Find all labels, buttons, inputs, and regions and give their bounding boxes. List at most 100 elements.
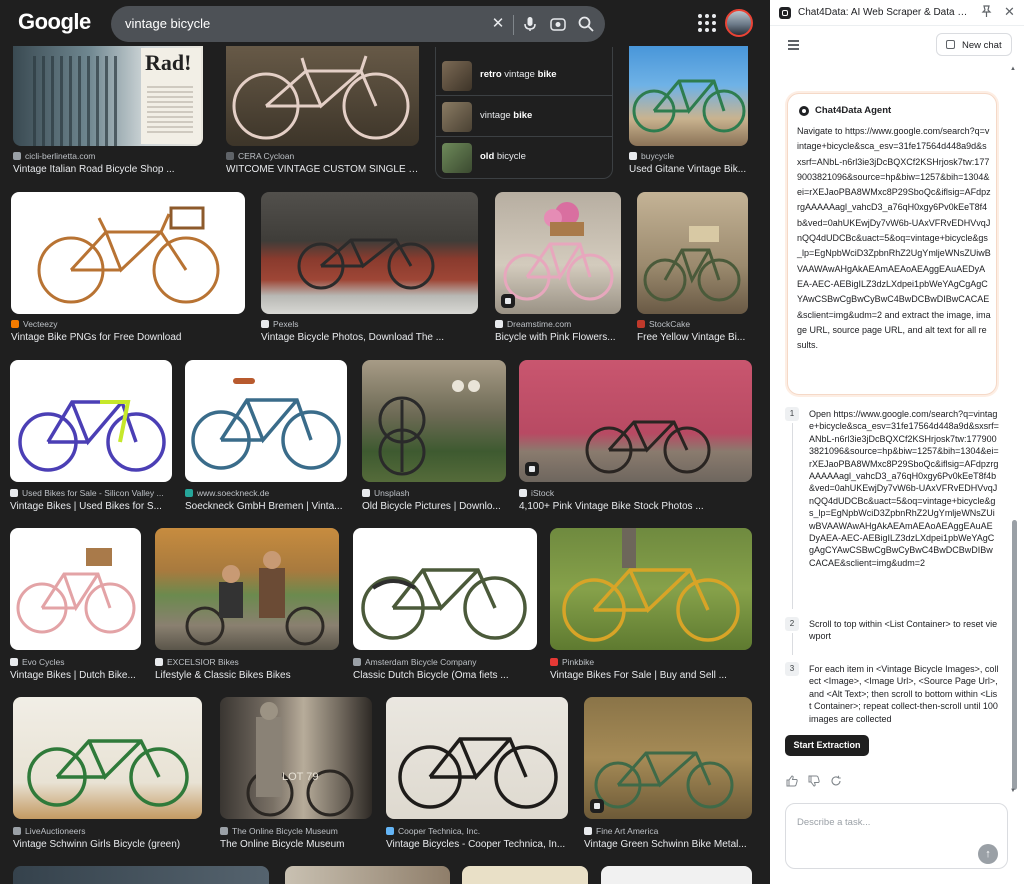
microphone-icon[interactable] bbox=[520, 14, 540, 34]
pin-icon[interactable] bbox=[981, 5, 992, 21]
result-title[interactable]: Old Bicycle Pictures | Downlo... bbox=[362, 501, 506, 512]
result-source-text: Used Bikes for Sale - Silicon Valley ... bbox=[22, 488, 164, 498]
hamburger-menu-icon[interactable] bbox=[788, 40, 799, 50]
result-image[interactable]: LOT 79 bbox=[220, 697, 372, 819]
result-image[interactable] bbox=[13, 866, 269, 884]
result-title[interactable]: Classic Dutch Bicycle (Oma fiets ... bbox=[353, 670, 537, 681]
thumbs-up-icon[interactable] bbox=[786, 775, 798, 787]
result-source-text: EXCELSIOR Bikes bbox=[167, 657, 239, 667]
related-search-item[interactable]: retro vintage bike bbox=[436, 55, 612, 96]
result-image[interactable] bbox=[462, 866, 588, 884]
result-source-text: Cooper Technica, Inc. bbox=[398, 826, 481, 836]
task-input[interactable]: Describe a task... bbox=[797, 817, 870, 828]
favicon-icon bbox=[13, 827, 21, 835]
search-input[interactable]: vintage bicycle bbox=[125, 16, 210, 31]
google-logo[interactable]: Google bbox=[18, 9, 91, 35]
apps-grid-icon[interactable] bbox=[697, 13, 717, 33]
send-arrow-icon[interactable]: ↑ bbox=[978, 844, 998, 864]
result-source: LiveAuctioneers bbox=[13, 826, 202, 836]
result-title[interactable]: Lifestyle & Classic Bikes Bikes bbox=[155, 670, 339, 681]
image-result[interactable]: LiveAuctioneers Vintage Schwinn Girls Bi… bbox=[13, 697, 202, 851]
result-title[interactable]: Vintage Bikes For Sale | Buy and Sell ..… bbox=[550, 670, 752, 681]
image-result[interactable]: LOT 79 The Online Bicycle Museum The Onl… bbox=[220, 697, 372, 851]
search-icon[interactable] bbox=[576, 14, 596, 34]
bicycle-image bbox=[232, 55, 410, 140]
result-image[interactable] bbox=[10, 528, 141, 650]
result-image[interactable] bbox=[13, 697, 202, 819]
result-image[interactable] bbox=[362, 360, 506, 482]
result-image[interactable] bbox=[584, 697, 752, 819]
image-result[interactable]: CERA Cycloan WITCOME VINTAGE CUSTOM SING… bbox=[226, 36, 419, 178]
result-title[interactable]: Vintage Bicycle Photos, Download The ... bbox=[261, 332, 478, 343]
image-result[interactable]: buycycle Used Gitane Vintage Bik... bbox=[629, 36, 748, 178]
regenerate-icon[interactable] bbox=[830, 775, 842, 787]
chat-scrollbar[interactable] bbox=[1012, 520, 1017, 790]
result-image[interactable] bbox=[519, 360, 752, 482]
image-result[interactable]: Pexels Vintage Bicycle Photos, Download … bbox=[261, 192, 478, 344]
search-box[interactable]: vintage bicycle ✕ bbox=[111, 6, 605, 42]
related-search-label: retro vintage bike bbox=[480, 69, 557, 80]
result-title[interactable]: Soeckneck GmbH Bremen | Vinta... bbox=[185, 501, 347, 512]
bicycle-image bbox=[594, 751, 734, 809]
image-result[interactable]: Dreamstime.com Bicycle with Pink Flowers… bbox=[495, 192, 621, 344]
bicycle-image bbox=[246, 702, 354, 817]
result-image[interactable] bbox=[495, 192, 621, 314]
result-image[interactable] bbox=[11, 192, 245, 314]
result-image[interactable] bbox=[261, 192, 478, 314]
scroll-down-arrow-icon[interactable]: ▼ bbox=[1010, 788, 1016, 794]
result-image[interactable] bbox=[637, 192, 748, 314]
result-title[interactable]: Vintage Bicycles - Cooper Technica, In..… bbox=[386, 839, 568, 850]
result-title[interactable]: Vintage Bikes | Used Bikes for S... bbox=[10, 501, 172, 512]
related-search-item[interactable]: vintage bike bbox=[436, 96, 612, 137]
result-title[interactable]: Vintage Italian Road Bicycle Shop ... bbox=[13, 164, 203, 175]
image-result[interactable]: EXCELSIOR Bikes Lifestyle & Classic Bike… bbox=[155, 528, 339, 682]
result-image[interactable]: Rad! bbox=[13, 36, 203, 146]
bicycle-image bbox=[18, 400, 166, 472]
new-chat-button[interactable]: New chat bbox=[936, 33, 1012, 56]
image-result[interactable]: Rad! cicli-berlinetta.com Vintage Italia… bbox=[13, 36, 203, 178]
image-result[interactable]: StockCake Free Yellow Vintage Bi... bbox=[637, 192, 748, 344]
result-title[interactable]: Vintage Schwinn Girls Bicycle (green) bbox=[13, 839, 202, 850]
camera-lens-icon[interactable] bbox=[548, 14, 568, 34]
image-result[interactable]: iStock 4,100+ Pink Vintage Bike Stock Ph… bbox=[519, 360, 752, 513]
result-title[interactable]: WITCOME VINTAGE CUSTOM SINGLE S... bbox=[226, 164, 419, 175]
result-title[interactable]: Used Gitane Vintage Bik... bbox=[629, 164, 748, 175]
task-input-box[interactable]: Describe a task... ↑ bbox=[785, 803, 1008, 869]
result-image[interactable] bbox=[629, 36, 748, 146]
image-result[interactable]: Fine Art America Vintage Green Schwinn B… bbox=[584, 697, 752, 851]
image-result[interactable]: Cooper Technica, Inc. Vintage Bicycles -… bbox=[386, 697, 568, 851]
result-title[interactable]: Vintage Green Schwinn Bike Metal... bbox=[584, 839, 752, 850]
image-result[interactable]: Amsterdam Bicycle Company Classic Dutch … bbox=[353, 528, 537, 682]
result-image[interactable] bbox=[185, 360, 347, 482]
result-title[interactable]: 4,100+ Pink Vintage Bike Stock Photos ..… bbox=[519, 501, 752, 512]
result-image[interactable] bbox=[155, 528, 339, 650]
thumbs-down-icon[interactable] bbox=[808, 775, 820, 787]
result-title[interactable]: The Online Bicycle Museum bbox=[220, 839, 372, 850]
result-image[interactable] bbox=[386, 697, 568, 819]
image-result[interactable]: www.soeckneck.de Soeckneck GmbH Bremen |… bbox=[185, 360, 347, 513]
result-source-text: CERA Cycloan bbox=[238, 151, 295, 161]
result-title[interactable]: Free Yellow Vintage Bi... bbox=[637, 332, 748, 343]
result-image[interactable] bbox=[226, 36, 419, 146]
result-image[interactable] bbox=[601, 866, 752, 884]
clear-icon[interactable]: ✕ bbox=[488, 14, 508, 34]
account-avatar[interactable] bbox=[725, 9, 753, 37]
image-result[interactable]: Pinkbike Vintage Bikes For Sale | Buy an… bbox=[550, 528, 752, 682]
related-search-item[interactable]: old bicycle bbox=[436, 137, 612, 178]
close-icon[interactable]: ✕ bbox=[1004, 4, 1015, 20]
image-result[interactable]: Used Bikes for Sale - Silicon Valley ...… bbox=[10, 360, 172, 513]
result-source-text: StockCake bbox=[649, 319, 691, 329]
result-title[interactable]: Bicycle with Pink Flowers... bbox=[495, 332, 621, 343]
image-result[interactable]: Unsplash Old Bicycle Pictures | Downlo..… bbox=[362, 360, 506, 513]
image-result[interactable]: Vecteezy Vintage Bike PNGs for Free Down… bbox=[11, 192, 245, 344]
result-image[interactable] bbox=[353, 528, 537, 650]
result-title[interactable]: Vintage Bikes | Dutch Bike... bbox=[10, 670, 141, 681]
result-image[interactable] bbox=[550, 528, 752, 650]
image-result[interactable]: Evo Cycles Vintage Bikes | Dutch Bike... bbox=[10, 528, 141, 682]
start-extraction-button[interactable]: Start Extraction bbox=[785, 735, 869, 756]
result-image[interactable] bbox=[10, 360, 172, 482]
scroll-up-arrow-icon[interactable]: ▲ bbox=[1010, 66, 1016, 72]
result-image[interactable] bbox=[285, 866, 450, 884]
result-title[interactable]: Vintage Bike PNGs for Free Download bbox=[11, 332, 245, 343]
favicon-icon bbox=[362, 489, 370, 497]
